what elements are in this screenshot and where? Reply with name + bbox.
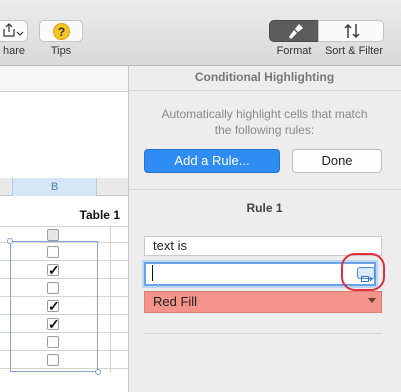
column-divider — [110, 226, 111, 372]
panel-title: Conditional Highlighting — [194, 70, 335, 84]
add-rule-button[interactable]: Add a Rule... — [144, 149, 280, 173]
done-button[interactable]: Done — [292, 149, 382, 173]
dropdown-arrow-icon — [368, 298, 376, 303]
table-title[interactable]: Table 1 — [40, 208, 120, 222]
tips-label: Tips — [50, 45, 72, 57]
selection-handle-top[interactable] — [7, 238, 13, 244]
panel-divider — [144, 333, 382, 334]
column-header-b[interactable]: B — [12, 178, 97, 196]
cell-selection[interactable] — [10, 241, 98, 372]
tips-icon: ? — [53, 23, 70, 40]
format-button[interactable] — [269, 20, 319, 42]
sort-filter-button[interactable] — [318, 20, 384, 42]
panel-divider — [128, 90, 401, 91]
sort-filter-label: Sort & Filter — [324, 45, 384, 57]
sheet-tab-bar — [0, 66, 128, 92]
panel-divider — [128, 189, 401, 190]
chevron-down-icon — [16, 25, 24, 36]
selection-handle-bottom[interactable] — [95, 369, 101, 375]
header-checkbox[interactable] — [47, 229, 59, 241]
share-label: hare — [2, 45, 26, 57]
fill-style-dropdown[interactable]: Red Fill — [144, 291, 382, 313]
highlight-circle — [341, 253, 385, 291]
row-divider — [0, 226, 128, 227]
panel-description: Automatically highlight cells that match… — [138, 106, 391, 138]
share-icon — [3, 23, 15, 37]
rule-title: Rule 1 — [246, 201, 283, 215]
format-label: Format — [276, 45, 312, 57]
paintbrush-icon — [286, 23, 304, 40]
description-line-1: Automatically highlight cells that match — [161, 107, 368, 121]
condition-selector[interactable]: text is — [144, 236, 382, 256]
text-cursor — [152, 265, 153, 281]
share-button[interactable] — [0, 20, 28, 42]
tips-button[interactable]: ? — [39, 20, 83, 42]
description-line-2: the following rules: — [214, 123, 315, 137]
sort-arrows-icon — [343, 23, 361, 39]
